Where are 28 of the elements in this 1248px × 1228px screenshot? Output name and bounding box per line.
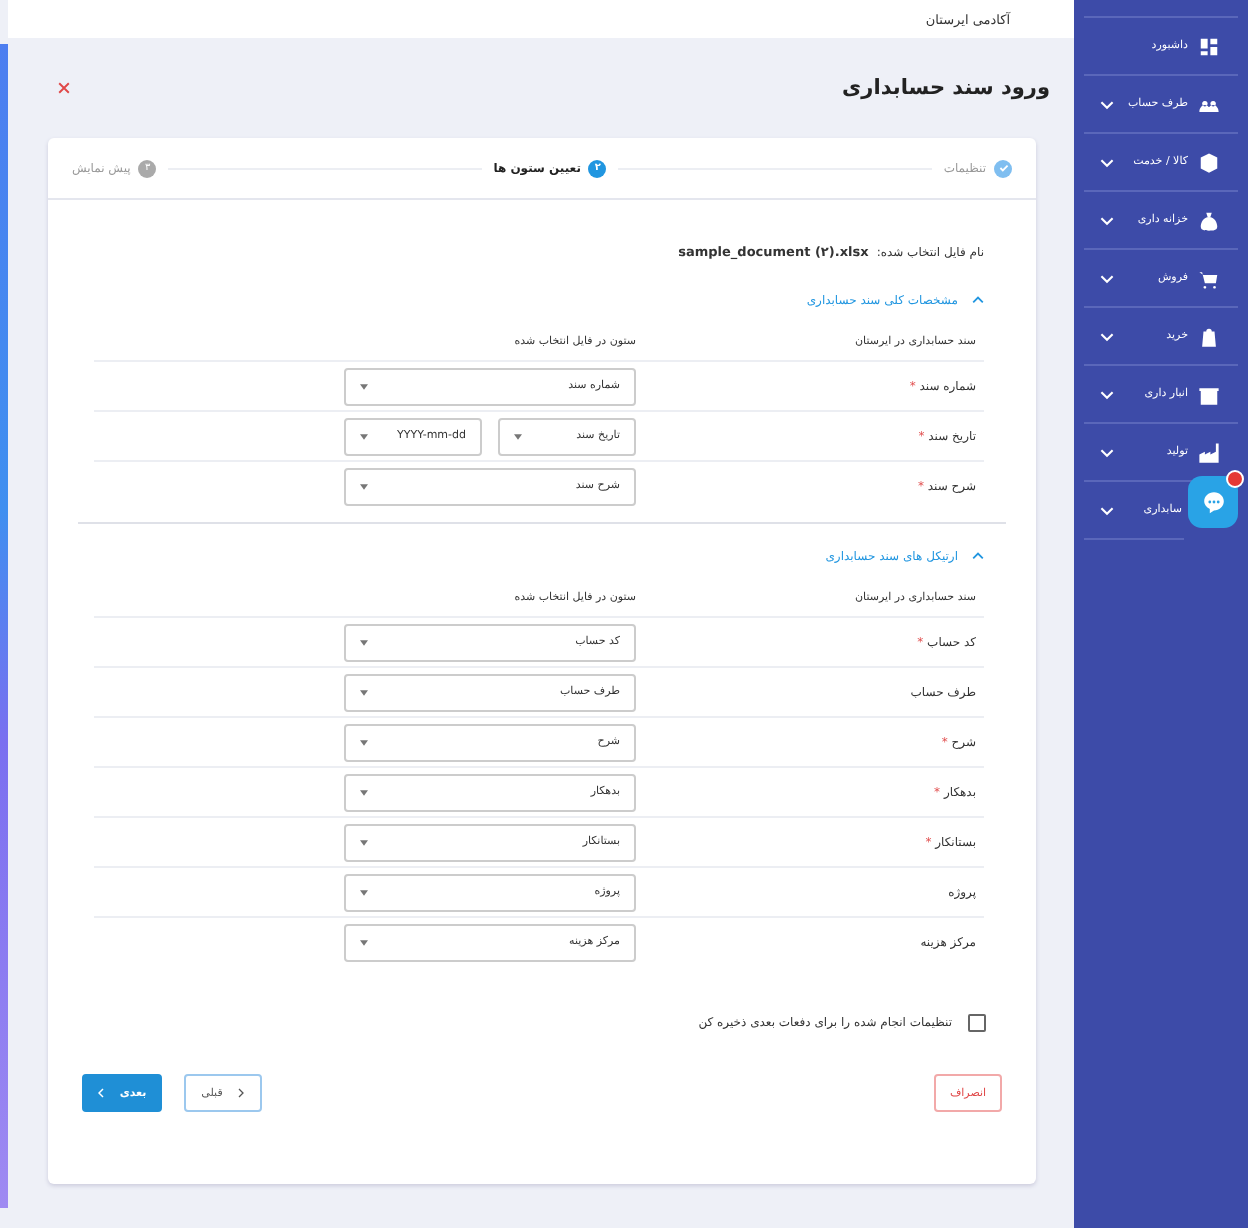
chevron-right-icon <box>238 1088 245 1098</box>
caret-icon <box>360 639 368 645</box>
caret-icon <box>360 383 368 389</box>
caret-icon <box>360 939 368 945</box>
chevron-icon <box>972 296 984 304</box>
menu-item-icon <box>1198 151 1220 173</box>
caret-icon <box>360 483 368 489</box>
menu-item-icon <box>1198 383 1220 405</box>
menu-item-icon <box>1198 325 1220 347</box>
chat-icon <box>1199 488 1227 516</box>
checkbox[interactable] <box>968 1014 986 1032</box>
dialog-title: ورود سند حسابداری <box>842 76 1050 100</box>
menu-item-icon <box>1198 35 1220 57</box>
menu-item-icon <box>1198 267 1220 289</box>
caret-icon <box>360 689 368 695</box>
menu-item-icon <box>1198 209 1220 231</box>
caret-icon <box>360 889 368 895</box>
notification-badge <box>1226 470 1244 488</box>
chevron-icon <box>972 552 984 560</box>
caret-icon <box>514 433 522 439</box>
caret-icon <box>360 433 368 439</box>
menu-item-icon <box>1198 441 1220 463</box>
chat-button[interactable] <box>1188 476 1238 528</box>
caret-icon <box>360 839 368 845</box>
close-icon[interactable] <box>58 82 70 94</box>
caret-icon <box>360 739 368 745</box>
chevron-left-icon <box>97 1088 104 1098</box>
caret-icon <box>360 789 368 795</box>
